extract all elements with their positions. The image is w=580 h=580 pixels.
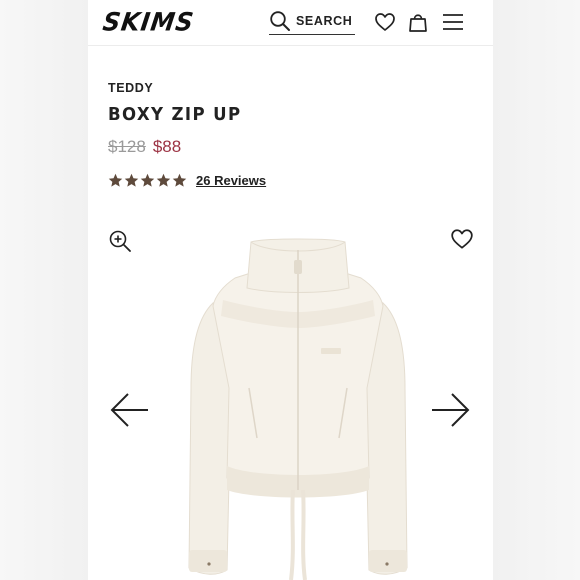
heart-icon xyxy=(375,13,395,31)
product-image xyxy=(188,238,408,580)
site-header: SKIMS SEARCH xyxy=(88,0,493,46)
previous-image-button[interactable] xyxy=(108,391,150,434)
price-block: $128 $88 xyxy=(108,137,181,157)
zoom-button[interactable] xyxy=(108,229,132,258)
menu-button[interactable] xyxy=(442,11,464,33)
favorite-icon xyxy=(451,229,473,249)
sale-price: $88 xyxy=(152,137,182,156)
star-icon xyxy=(108,173,123,187)
menu-icon xyxy=(443,14,463,30)
product-category: TEDDY xyxy=(108,81,154,95)
star-icon xyxy=(140,173,155,187)
right-margin xyxy=(493,0,580,580)
next-image-button[interactable] xyxy=(430,391,472,434)
favorite-button[interactable] xyxy=(450,227,474,256)
search-label: SEARCH xyxy=(296,14,353,28)
star-icon xyxy=(124,173,139,187)
cart-button[interactable] xyxy=(407,11,429,33)
left-margin xyxy=(0,0,88,580)
product-page: SKIMS SEARCH TEDDY BOXY ZIP UP $128 $88 … xyxy=(88,0,493,580)
star-icon xyxy=(156,173,171,187)
star-rating xyxy=(108,173,187,188)
original-price: $128 xyxy=(108,137,146,156)
brand-logo[interactable]: SKIMS xyxy=(101,7,196,36)
search-box[interactable]: SEARCH xyxy=(269,8,355,35)
rating: 26 Reviews xyxy=(108,173,266,188)
star-icon xyxy=(172,173,187,187)
zoom-icon xyxy=(109,230,131,252)
product-title: BOXY ZIP UP xyxy=(108,104,242,125)
arrow-left-icon xyxy=(110,393,148,427)
search-icon xyxy=(270,11,290,31)
arrow-right-icon xyxy=(432,393,470,427)
wishlist-button[interactable] xyxy=(374,11,396,33)
bag-icon xyxy=(409,14,427,32)
reviews-link[interactable]: 26 Reviews xyxy=(196,173,266,188)
